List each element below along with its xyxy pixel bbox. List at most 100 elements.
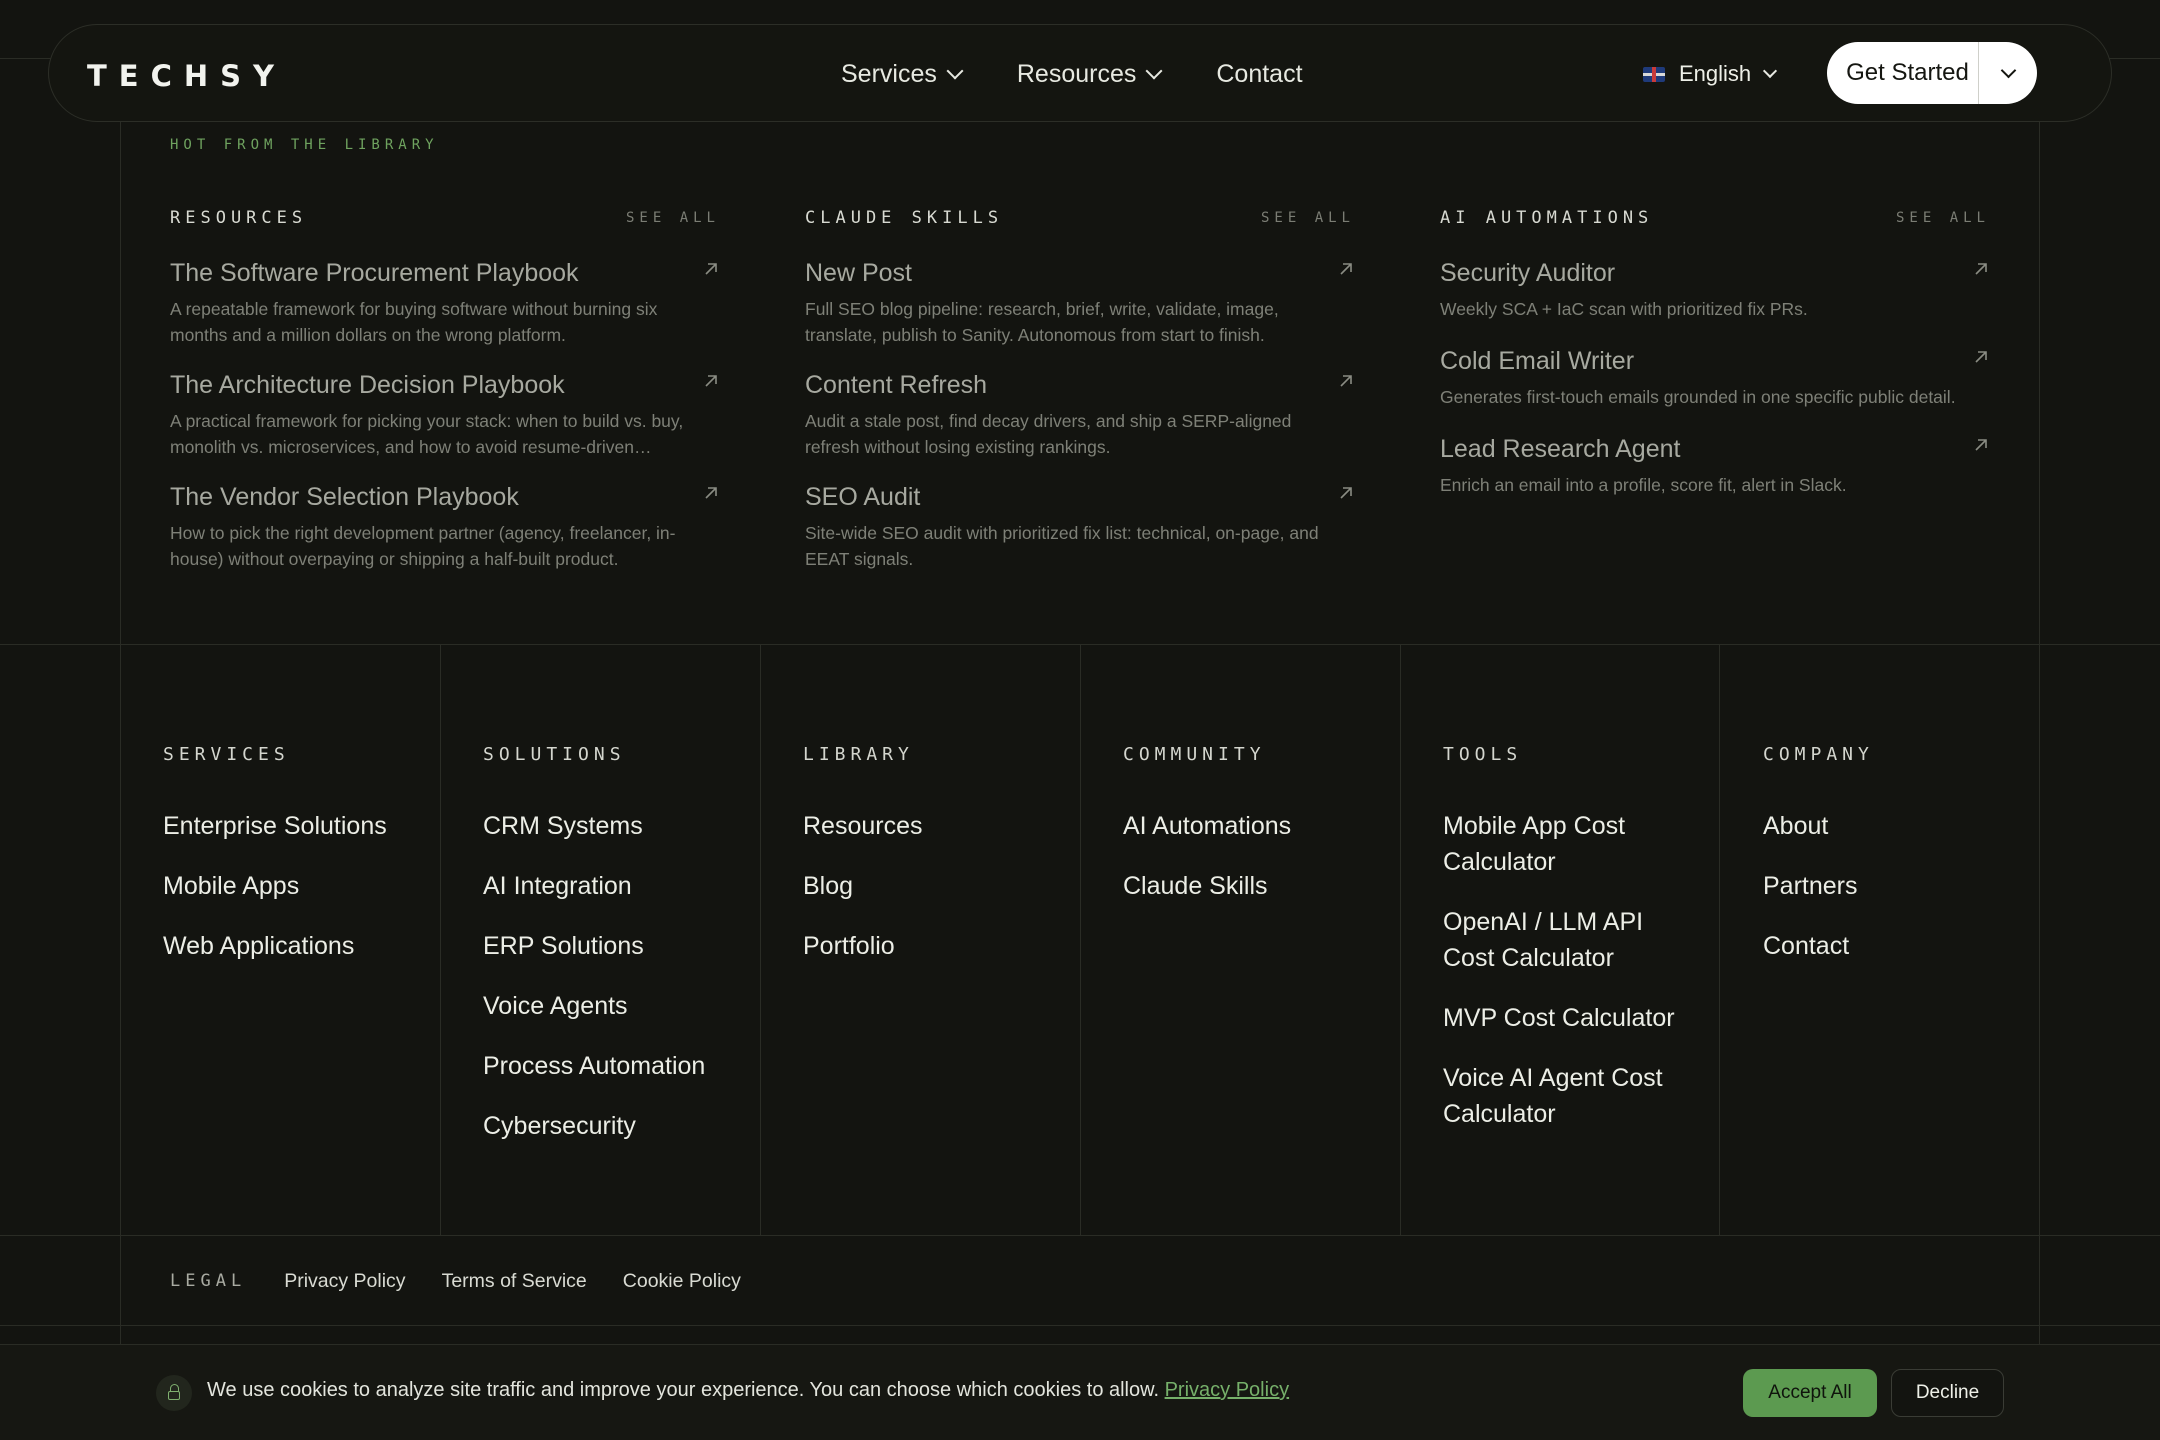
- see-all-link[interactable]: SEE ALL: [1896, 210, 1990, 226]
- get-started-button[interactable]: Get Started: [1827, 42, 1979, 104]
- card-title: The Vendor Selection Playbook: [170, 483, 519, 511]
- language-selector[interactable]: English: [1643, 25, 1778, 123]
- footer-link[interactable]: Resources: [803, 808, 1063, 844]
- library-card[interactable]: The Software Procurement Playbook A repe…: [170, 256, 720, 368]
- footer-column-title: SERVICES: [163, 744, 290, 765]
- card-desc: A practical framework for picking your s…: [170, 411, 684, 457]
- footer-column-tools: TOOLS Mobile App Cost Calculator OpenAI …: [1443, 744, 1693, 1156]
- card-title: The Software Procurement Playbook: [170, 259, 579, 287]
- chevron-down-icon: [1145, 62, 1163, 80]
- chevron-down-icon: [1763, 63, 1778, 79]
- card-title: New Post: [805, 259, 912, 287]
- decline-button[interactable]: Decline: [1891, 1369, 2004, 1417]
- get-started-group: Get Started: [1827, 42, 2037, 104]
- footer-column-title: COMPANY: [1763, 744, 1874, 765]
- lock-icon: [156, 1375, 192, 1411]
- footer-link[interactable]: OpenAI / LLM API Cost Calculator: [1443, 904, 1663, 976]
- footer-link[interactable]: Web Applications: [163, 928, 423, 964]
- arrow-up-right-icon: [1975, 439, 1987, 451]
- language-label: English: [1679, 61, 1752, 86]
- library-card[interactable]: Security Auditor Weekly SCA + IaC scan w…: [1440, 256, 1990, 344]
- card-desc: A repeatable framework for buying softwa…: [170, 299, 658, 345]
- see-all-link[interactable]: SEE ALL: [626, 210, 720, 226]
- cookie-privacy-link[interactable]: Privacy Policy: [1165, 1379, 1289, 1401]
- library-column-ai-automations: AI AUTOMATIONS SEE ALL Security Auditor …: [1440, 204, 1990, 520]
- footer-link[interactable]: Mobile App Cost Calculator: [1443, 808, 1663, 880]
- column-divider: [1400, 644, 1401, 1235]
- column-title: CLAUDE SKILLS: [805, 208, 1004, 228]
- footer-column-company: COMPANY About Partners Contact: [1763, 744, 2013, 988]
- library-card[interactable]: The Architecture Decision Playbook A pra…: [170, 368, 720, 480]
- footer-link[interactable]: Mobile Apps: [163, 868, 423, 904]
- footer-column-title: TOOLS: [1443, 744, 1523, 765]
- cookie-policy-link[interactable]: Cookie Policy: [623, 1270, 741, 1293]
- footer-column-title: COMMUNITY: [1123, 744, 1266, 765]
- footer-link[interactable]: Process Automation: [483, 1048, 743, 1084]
- footer-link[interactable]: CRM Systems: [483, 808, 743, 844]
- footer-column-community: COMMUNITY AI Automations Claude Skills: [1123, 744, 1383, 928]
- footer-link[interactable]: About: [1763, 808, 2013, 844]
- library-card[interactable]: New Post Full SEO blog pipeline: researc…: [805, 256, 1355, 368]
- card-title: SEO Audit: [805, 483, 921, 511]
- arrow-up-right-icon: [705, 375, 717, 387]
- main-nav: Services Resources Contact: [841, 25, 1303, 123]
- footer-link[interactable]: Enterprise Solutions: [163, 808, 423, 844]
- chevron-down-icon: [2000, 62, 2016, 78]
- footer-link[interactable]: Portfolio: [803, 928, 1063, 964]
- cookie-text: We use cookies to analyze site traffic a…: [207, 1379, 1160, 1401]
- card-title: Lead Research Agent: [1440, 435, 1681, 463]
- column-divider: [760, 644, 761, 1235]
- see-all-link[interactable]: SEE ALL: [1261, 210, 1355, 226]
- footer-link[interactable]: MVP Cost Calculator: [1443, 1000, 1693, 1036]
- footer-link[interactable]: Cybersecurity: [483, 1108, 743, 1144]
- logo[interactable]: TECHSY: [87, 59, 286, 93]
- library-card[interactable]: Content Refresh Audit a stale post, find…: [805, 368, 1355, 480]
- frame-line: [120, 122, 121, 1344]
- footer-link[interactable]: Claude Skills: [1123, 868, 1383, 904]
- library-card[interactable]: Cold Email Writer Generates first-touch …: [1440, 344, 1990, 432]
- library-card[interactable]: The Vendor Selection Playbook How to pic…: [170, 480, 720, 592]
- nav-services-label: Services: [841, 59, 937, 88]
- card-desc: Full SEO blog pipeline: research, brief,…: [805, 299, 1279, 345]
- card-desc: Audit a stale post, find decay drivers, …: [805, 411, 1292, 457]
- accept-all-button[interactable]: Accept All: [1743, 1369, 1877, 1417]
- footer-link[interactable]: Voice Agents: [483, 988, 743, 1024]
- footer-column-solutions: SOLUTIONS CRM Systems AI Integration ERP…: [483, 744, 743, 1168]
- library-card[interactable]: SEO Audit Site-wide SEO audit with prior…: [805, 480, 1355, 592]
- footer-column-library: LIBRARY Resources Blog Portfolio: [803, 744, 1063, 988]
- nav-services[interactable]: Services: [841, 59, 964, 89]
- footer-link[interactable]: Voice AI Agent Cost Calculator: [1443, 1060, 1683, 1132]
- footer-link[interactable]: AI Integration: [483, 868, 743, 904]
- card-desc: Enrich an email into a profile, score fi…: [1440, 475, 1847, 495]
- card-title: The Architecture Decision Playbook: [170, 371, 565, 399]
- card-desc: How to pick the right development partne…: [170, 523, 676, 569]
- footer-column-title: SOLUTIONS: [483, 744, 626, 765]
- footer-link[interactable]: AI Automations: [1123, 808, 1383, 844]
- footer-link[interactable]: Blog: [803, 868, 1063, 904]
- legal-row: LEGAL Privacy Policy Terms of Service Co…: [170, 1268, 777, 1294]
- cookie-banner: We use cookies to analyze site traffic a…: [0, 1344, 2160, 1440]
- arrow-up-right-icon: [1340, 487, 1352, 499]
- nav-resources[interactable]: Resources: [1017, 60, 1163, 89]
- card-desc: Generates first-touch emails grounded in…: [1440, 387, 1956, 407]
- library-card[interactable]: Lead Research Agent Enrich an email into…: [1440, 432, 1990, 520]
- footer-link[interactable]: ERP Solutions: [483, 928, 743, 964]
- privacy-policy-link[interactable]: Privacy Policy: [284, 1270, 405, 1293]
- arrow-up-right-icon: [1340, 375, 1352, 387]
- uk-flag-icon: [1643, 66, 1665, 82]
- arrow-up-right-icon: [705, 263, 717, 275]
- column-divider: [440, 644, 441, 1235]
- card-title: Content Refresh: [805, 371, 988, 399]
- footer-column-services: SERVICES Enterprise Solutions Mobile App…: [163, 744, 423, 988]
- column-divider: [1080, 644, 1081, 1235]
- arrow-up-right-icon: [1975, 263, 1987, 275]
- frame-line: [2039, 122, 2040, 1344]
- terms-of-service-link[interactable]: Terms of Service: [442, 1270, 587, 1293]
- footer-link[interactable]: Contact: [1763, 928, 2013, 964]
- nav-contact[interactable]: Contact: [1216, 60, 1302, 89]
- arrow-up-right-icon: [1340, 263, 1352, 275]
- get-started-dropdown-button[interactable]: [1979, 42, 2037, 104]
- column-title: RESOURCES: [170, 208, 308, 228]
- site-header: TECHSY Services Resources Contact Englis…: [48, 24, 2112, 122]
- footer-link[interactable]: Partners: [1763, 868, 2013, 904]
